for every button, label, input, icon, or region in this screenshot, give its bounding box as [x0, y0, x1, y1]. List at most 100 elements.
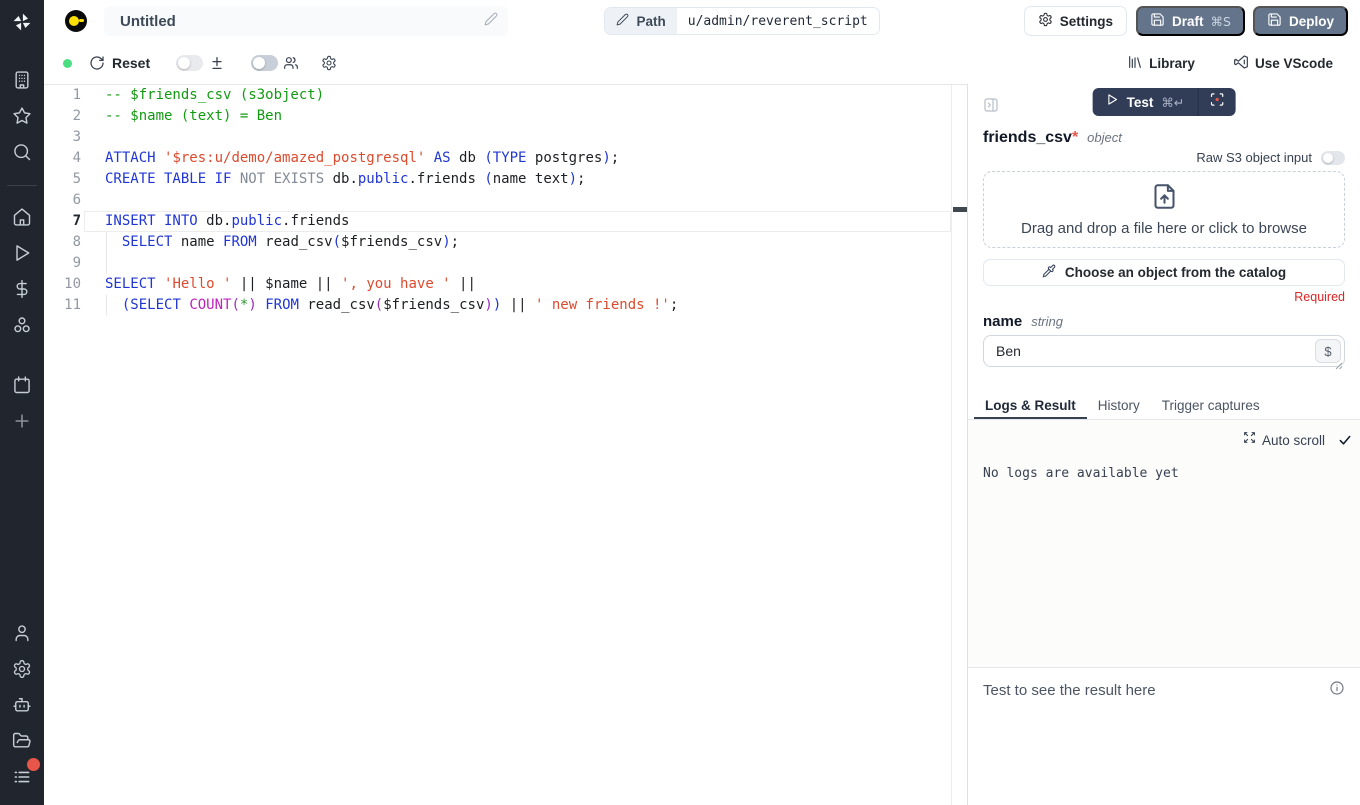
refresh-icon[interactable] — [89, 55, 105, 71]
script-title-input[interactable]: Untitled — [104, 6, 508, 36]
overview-cursor-mark — [953, 207, 967, 212]
building-icon — [12, 70, 32, 95]
gear-icon — [12, 659, 32, 684]
editor-settings-gear-icon[interactable] — [321, 55, 337, 71]
path-label-segment: Path — [605, 8, 676, 34]
sidebar-item-variables[interactable] — [0, 279, 44, 303]
play-icon — [1106, 93, 1119, 111]
status-dot — [63, 59, 72, 68]
folder-icon — [12, 731, 32, 756]
settings-label: Settings — [1060, 14, 1113, 29]
tab-trigger-captures[interactable]: Trigger captures — [1151, 394, 1271, 419]
diff-toggle[interactable] — [176, 55, 203, 71]
capture-button[interactable] — [1198, 88, 1235, 116]
test-shortcut: ⌘↵ — [1161, 95, 1184, 110]
search-icon — [12, 142, 32, 167]
code-line-2[interactable]: -- $name (text) = Ben — [105, 106, 967, 127]
settings-button[interactable]: Settings — [1024, 6, 1127, 36]
reset-button[interactable]: Reset — [112, 55, 150, 71]
tab-logs-result[interactable]: Logs & Result — [974, 394, 1087, 419]
plus-icon — [12, 411, 32, 436]
run-panel: Test ⌘↵ friends_csv* object Raw S3 objec… — [967, 84, 1360, 805]
resources-cluster-icon — [12, 315, 32, 340]
sidebar-divider — [7, 185, 37, 186]
focus-capture-icon — [1209, 92, 1224, 112]
use-vscode-button[interactable]: Use VScode — [1233, 54, 1333, 73]
save-icon — [1267, 12, 1282, 30]
sidebar-item-assistant[interactable] — [0, 695, 44, 719]
file-upload-icon — [1151, 183, 1178, 215]
dropzone-label: Drag and drop a file here or click to br… — [1021, 220, 1307, 237]
choose-object-button[interactable]: Choose an object from the catalog — [983, 259, 1345, 286]
code-editor[interactable]: 1234567891011 -- $friends_csv (s3object)… — [44, 84, 967, 805]
draft-shortcut: ⌘S — [1211, 14, 1231, 29]
users-icon — [283, 55, 299, 71]
name-input[interactable] — [984, 336, 1344, 366]
editor-code: -- $friends_csv (s3object)-- $name (text… — [105, 85, 967, 316]
pencil-icon — [484, 12, 498, 31]
windmill-logo-icon[interactable] — [0, 10, 44, 34]
info-icon — [1329, 680, 1345, 701]
test-button-group: Test ⌘↵ — [1093, 88, 1236, 116]
sidebar-item-user[interactable] — [0, 623, 44, 647]
sidebar-item-search[interactable] — [0, 142, 44, 166]
code-line-4[interactable]: ATTACH '$res:u/demo/amazed_postgresql' A… — [105, 148, 967, 169]
tab-history[interactable]: History — [1087, 394, 1151, 419]
library-icon — [1127, 54, 1143, 73]
resize-handle[interactable] — [1335, 357, 1343, 365]
star-icon — [12, 106, 32, 131]
required-badge: Required — [983, 290, 1345, 304]
user-icon — [12, 623, 32, 648]
sidebar-item-create[interactable] — [0, 411, 44, 435]
sidebar — [0, 0, 44, 805]
code-line-6[interactable] — [105, 190, 967, 211]
code-line-9[interactable] — [105, 253, 967, 274]
home-icon — [12, 207, 32, 232]
sidebar-item-schedules[interactable] — [0, 375, 44, 399]
sidebar-item-resources[interactable] — [0, 315, 44, 339]
code-line-7[interactable]: INSERT INTO db.public.friends — [105, 211, 967, 232]
sidebar-item-workspace[interactable] — [0, 70, 44, 94]
logs-empty-message: No logs are available yet — [968, 449, 1360, 481]
sidebar-item-settings[interactable] — [0, 659, 44, 683]
draft-label: Draft — [1172, 14, 1204, 29]
topbar: Untitled Path u/admin/reverent_script Se… — [44, 0, 1360, 42]
field-friends-csv-type: object — [1087, 130, 1122, 145]
sidebar-item-home[interactable] — [0, 207, 44, 231]
robot-icon — [12, 695, 32, 720]
library-button[interactable]: Library — [1127, 54, 1195, 73]
file-dropzone[interactable]: Drag and drop a file here or click to br… — [983, 171, 1345, 248]
path-editor[interactable]: Path u/admin/reverent_script — [604, 7, 879, 35]
vscode-label: Use VScode — [1255, 56, 1333, 71]
code-line-5[interactable]: CREATE TABLE IF NOT EXISTS db.public.fri… — [105, 169, 967, 190]
sidebar-item-folders[interactable] — [0, 731, 44, 755]
code-line-1[interactable]: -- $friends_csv (s3object) — [105, 85, 967, 106]
test-button[interactable]: Test ⌘↵ — [1093, 88, 1198, 116]
field-friends-csv-name: friends_csv* — [983, 129, 1078, 147]
path-label: Path — [636, 14, 665, 29]
code-line-11[interactable]: (SELECT COUNT(*) FROM read_csv($friends_… — [105, 295, 967, 316]
field-name-label: name — [983, 313, 1022, 330]
editor-toolbar: Reset Library Use VScode — [44, 42, 1360, 84]
pipette-icon — [1042, 264, 1056, 281]
raw-s3-toggle[interactable] — [1321, 151, 1345, 165]
editor-gutter: 1234567891011 — [44, 85, 81, 316]
sidebar-item-queue[interactable] — [0, 767, 44, 791]
library-label: Library — [1149, 56, 1195, 71]
sidebar-item-runs[interactable] — [0, 243, 44, 267]
draft-button[interactable]: Draft ⌘S — [1136, 6, 1245, 36]
choose-object-label: Choose an object from the catalog — [1065, 265, 1286, 280]
result-section: Test to see the result here — [968, 667, 1360, 701]
deploy-button[interactable]: Deploy — [1253, 6, 1348, 36]
dollar-icon — [12, 279, 32, 304]
autoscroll-check-icon[interactable] — [1338, 433, 1352, 447]
code-line-3[interactable] — [105, 127, 967, 148]
code-line-10[interactable]: SELECT 'Hello ' || $name || ', you have … — [105, 274, 967, 295]
calendar-icon — [12, 375, 32, 400]
autoscroll-label: Auto scroll — [1262, 433, 1325, 448]
sidebar-item-favorites[interactable] — [0, 106, 44, 130]
multiplayer-toggle[interactable] — [251, 55, 278, 71]
panel-collapse-icon[interactable] — [983, 97, 999, 113]
code-line-8[interactable]: SELECT name FROM read_csv($friends_csv); — [105, 232, 967, 253]
expand-icon[interactable] — [1243, 431, 1256, 449]
